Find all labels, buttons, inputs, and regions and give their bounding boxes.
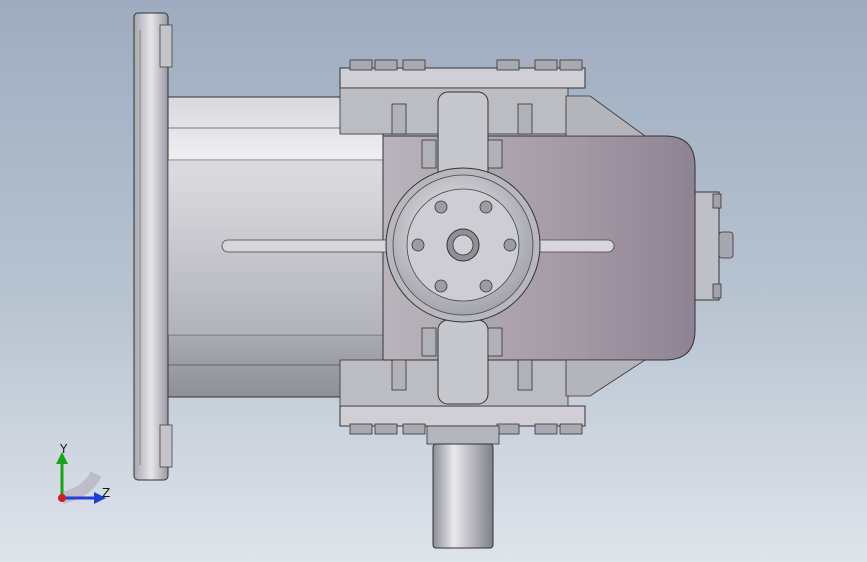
z-axis-label: Z xyxy=(102,486,111,500)
output-shaft[interactable] xyxy=(426,425,500,549)
gearbox-model[interactable] xyxy=(0,0,867,562)
side-cap[interactable] xyxy=(694,191,734,301)
mounting-flange[interactable] xyxy=(133,12,173,481)
y-axis-label: Y xyxy=(60,442,68,456)
bearing-cover[interactable] xyxy=(385,167,541,323)
axis-triad xyxy=(56,452,106,504)
cad-viewport[interactable]: Y Z xyxy=(0,0,867,562)
